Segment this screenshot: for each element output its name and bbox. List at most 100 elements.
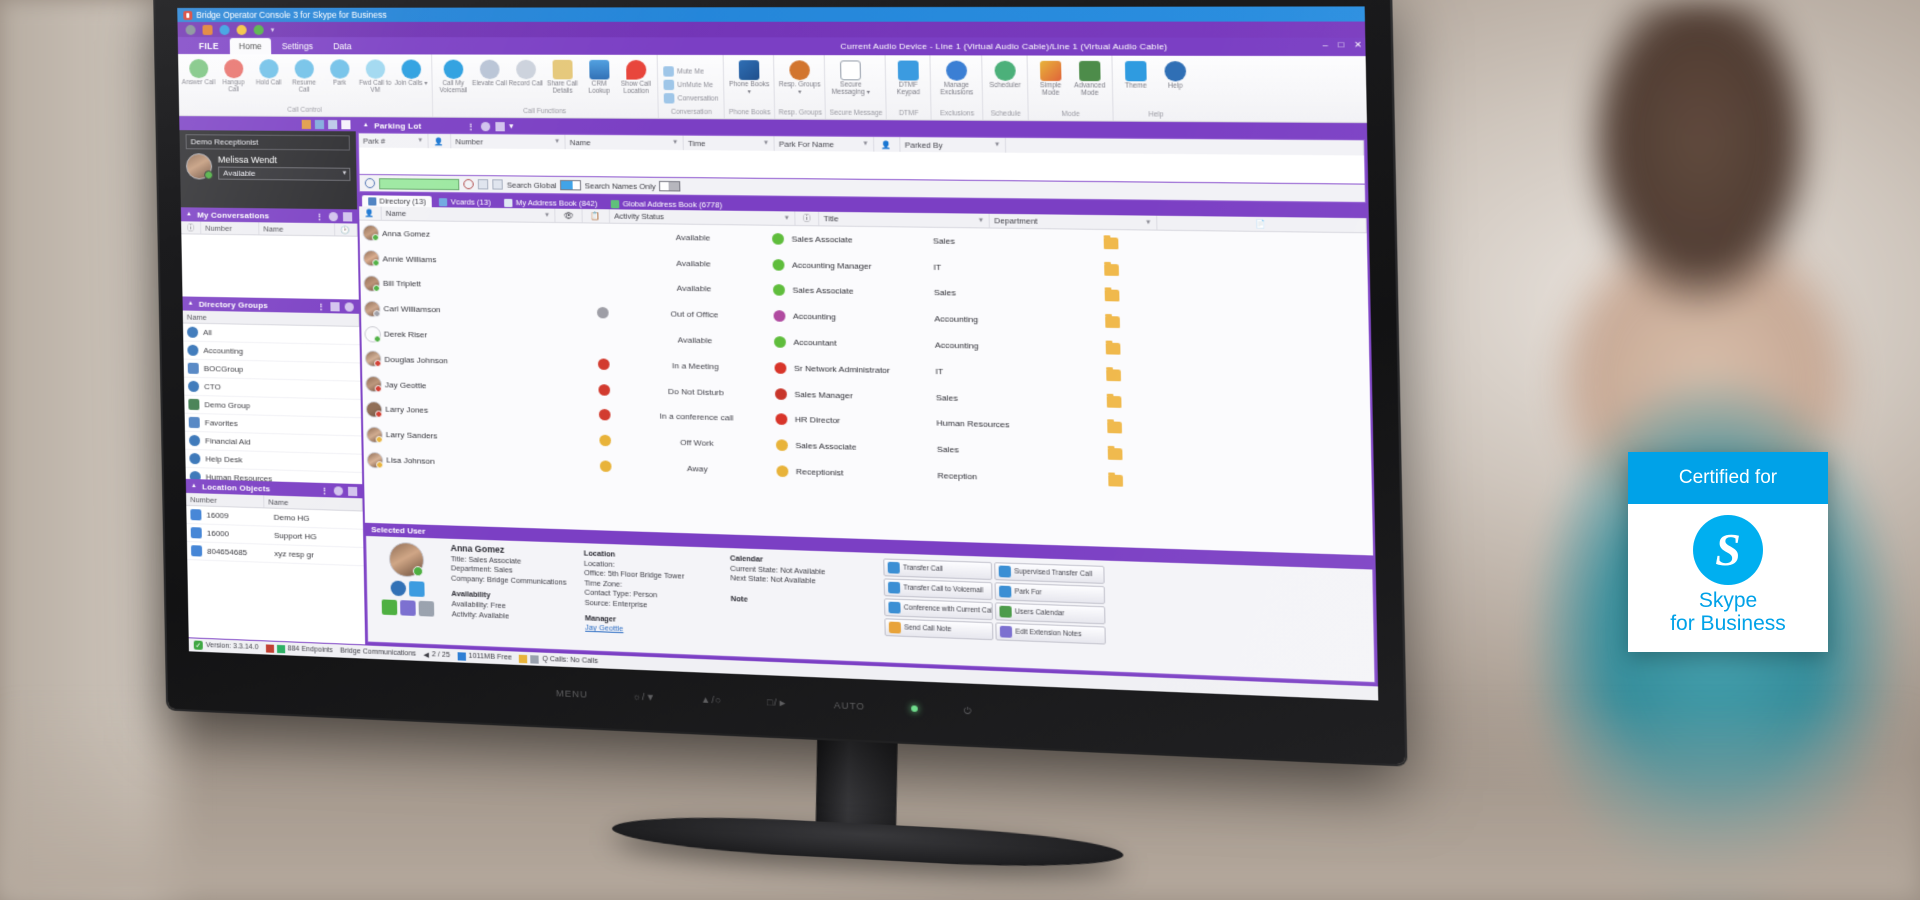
elevate-call-button[interactable]: Elevate Call: [471, 57, 507, 88]
filter-icon[interactable]: ▼: [544, 212, 550, 218]
answer-call-button[interactable]: Answer Call: [181, 56, 215, 86]
hangup-call-button[interactable]: Hangup Call: [216, 56, 251, 93]
home-icon[interactable]: [330, 301, 340, 311]
conference-action-icon[interactable]: [399, 600, 416, 616]
power-button[interactable]: ⏻: [964, 705, 973, 717]
search-global-checkbox[interactable]: [559, 179, 581, 191]
page-chip[interactable]: ◀ 2 / 25: [423, 650, 450, 659]
maximize-button[interactable]: □: [1338, 40, 1344, 50]
mail-alert-icon[interactable]: [341, 119, 351, 129]
directory-groups-list[interactable]: All Accounting BOCGroup CTO Demo Group Favori…: [182, 323, 363, 485]
search-names-only-toggle[interactable]: Search Names Only: [585, 180, 681, 192]
input-button[interactable]: □/►: [767, 697, 789, 708]
join-calls-button[interactable]: Join Calls ▾: [393, 56, 428, 87]
send-call-note-button[interactable]: Send Call Note: [884, 618, 994, 641]
supervised-transfer-button[interactable]: Supervised Transfer Call: [994, 562, 1105, 584]
tab-settings[interactable]: Settings: [273, 38, 323, 54]
call-my-voicemail-button[interactable]: Call My Voicemail: [435, 57, 471, 95]
col-name[interactable]: Name ▼: [565, 134, 684, 151]
tab-data[interactable]: Data: [324, 38, 361, 54]
search-global-toggle[interactable]: Search Global: [507, 179, 581, 191]
users-calendar-button[interactable]: Users Calendar: [994, 602, 1106, 625]
menu-button[interactable]: MENU: [556, 688, 588, 700]
chat-action-icon[interactable]: [381, 599, 397, 616]
col-number[interactable]: Number: [201, 221, 260, 235]
conference-button[interactable]: Conference with Current Call: [883, 598, 994, 621]
response-groups-button[interactable]: Resp. Groups ▾: [778, 57, 822, 96]
resume-call-button[interactable]: Resume Call: [286, 56, 321, 94]
minimize-button[interactable]: –: [1323, 40, 1328, 50]
col-number[interactable]: Number: [186, 492, 265, 508]
operator-status-select[interactable]: Available: [218, 166, 351, 181]
filter-icon[interactable]: ▼: [784, 215, 791, 221]
notes-icon[interactable]: [328, 119, 338, 129]
attachment-cell[interactable]: [1091, 369, 1136, 382]
simple-mode-button[interactable]: Simple Mode: [1031, 58, 1070, 97]
secure-messaging-button[interactable]: Secure Messaging ▾: [828, 57, 872, 96]
filter-icon[interactable]: ▼: [554, 139, 560, 145]
filter-icon[interactable]: ▼: [417, 138, 423, 144]
my-conversations-body[interactable]: [181, 234, 359, 300]
col-note-icon[interactable]: 📋: [582, 208, 611, 223]
unmute-me-button[interactable]: UnMute Me: [661, 79, 715, 92]
tab-directory[interactable]: Directory (13): [361, 195, 433, 208]
attachment-cell[interactable]: [1092, 421, 1137, 435]
dtmf-keypad-button[interactable]: DTMF Keypad: [889, 57, 927, 96]
prev-page-icon[interactable]: ◀: [423, 650, 429, 658]
directory-rows[interactable]: Anna Gomez Available Sales Associate Sales A…: [359, 220, 1374, 556]
attachment-cell[interactable]: [1089, 290, 1134, 302]
tab-home[interactable]: Home: [229, 38, 271, 55]
undock-icon[interactable]: [494, 121, 505, 131]
col-park-number[interactable]: Park # ▼: [358, 133, 429, 149]
chat-icon[interactable]: [253, 24, 264, 35]
location-objects-list[interactable]: 16009 Demo HG 16000 Support HG 804654685 xyz …: [186, 505, 366, 645]
chevron-down-icon[interactable]: ▾: [271, 25, 275, 33]
transfer-call-button[interactable]: Transfer Call: [883, 558, 993, 581]
show-call-location-button[interactable]: Show Call Location: [618, 57, 655, 95]
filter-icon[interactable]: ▼: [672, 140, 678, 146]
collapse-caret-icon[interactable]: ▲: [191, 483, 197, 489]
col-name[interactable]: Name: [259, 222, 336, 236]
auto-button[interactable]: AUTO: [834, 700, 866, 712]
search-names-only-checkbox[interactable]: [658, 180, 681, 192]
col-time[interactable]: Time ▼: [683, 135, 775, 151]
conversation-button[interactable]: Conversation: [662, 92, 721, 105]
mail-icon[interactable]: [219, 24, 230, 35]
col-park-for-name[interactable]: Park For Name ▼: [774, 136, 875, 152]
panel-menu-icon[interactable]: ⋮: [467, 121, 476, 130]
collapse-caret-icon[interactable]: ▲: [188, 301, 194, 307]
crm-lookup-button[interactable]: CRM Lookup: [581, 57, 617, 95]
park-call-button[interactable]: Park: [322, 56, 357, 87]
park-for-button[interactable]: Park For: [994, 582, 1106, 605]
quick-access-toolbar[interactable]: ▾: [177, 21, 1366, 38]
panel-menu-icon[interactable]: ⋮: [320, 485, 328, 494]
undock-icon[interactable]: [342, 211, 353, 221]
collapse-caret-icon[interactable]: ▲: [186, 211, 192, 217]
help-button[interactable]: Help: [1156, 58, 1195, 90]
filter-icon[interactable]: ▼: [978, 217, 985, 223]
attachment-cell[interactable]: [1088, 237, 1133, 250]
call-action-icon[interactable]: [390, 580, 406, 597]
tab-vcards[interactable]: Vcards (13): [433, 196, 497, 208]
panel-menu-icon[interactable]: ⋮: [317, 301, 325, 310]
mute-me-button[interactable]: Mute Me: [661, 65, 706, 78]
col-parked-by[interactable]: Parked By ▼: [900, 137, 1007, 153]
advanced-mode-button[interactable]: Advanced Mode: [1070, 58, 1109, 97]
window-controls[interactable]: – □ ✕: [1323, 40, 1362, 50]
attachment-cell[interactable]: [1091, 395, 1136, 408]
more-action-icon[interactable]: [418, 600, 434, 617]
refresh-icon[interactable]: [344, 301, 354, 312]
contacts-icon[interactable]: [202, 24, 213, 35]
emoji-icon[interactable]: [236, 24, 247, 35]
brightness-button[interactable]: ☼/▼: [632, 691, 656, 702]
tab-file[interactable]: FILE: [190, 38, 228, 54]
search-option-2-icon[interactable]: [492, 179, 503, 190]
attachment-cell[interactable]: [1090, 342, 1135, 355]
hold-call-button[interactable]: Hold Call: [251, 56, 286, 86]
search-icon[interactable]: [364, 178, 376, 189]
edit-extension-notes-button[interactable]: Edit Extension Notes: [995, 622, 1106, 645]
attachment-cell[interactable]: [1092, 448, 1137, 461]
new-conversation-icon[interactable]: [301, 119, 311, 129]
undock-icon[interactable]: [347, 486, 358, 496]
pin-icon[interactable]: [333, 485, 344, 496]
